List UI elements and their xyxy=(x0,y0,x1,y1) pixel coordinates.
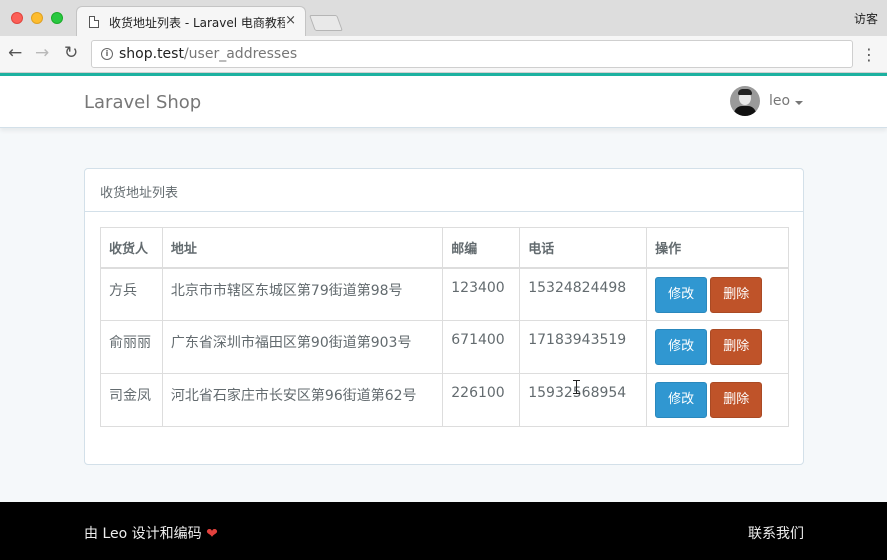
username: leo xyxy=(769,93,791,109)
panel-title: 收货地址列表 xyxy=(85,169,803,212)
site-footer: 由 Leo 设计和编码 ❤ 联系我们 xyxy=(0,502,887,560)
delete-button[interactable]: 删除 xyxy=(710,382,763,418)
back-arrow-icon[interactable]: ← xyxy=(8,43,22,63)
url-path: /user_addresses xyxy=(183,46,298,62)
heart-icon: ❤ xyxy=(206,526,218,542)
table-row: 俞丽丽 广东省深圳市福田区第90街道第903号 671400 171839435… xyxy=(100,320,789,374)
recipient-cell: 司金凤 xyxy=(100,373,163,427)
address-table: 收货人 地址 邮编 电话 操作 方兵 北京市市辖区东城区第79街道第98号 12… xyxy=(100,227,789,427)
footer-credit-text: 由 Leo 设计和编码 xyxy=(84,526,202,542)
guest-profile-label[interactable]: 访客 xyxy=(854,10,878,27)
edit-button[interactable]: 修改 xyxy=(655,329,708,365)
address-cell: 广东省深圳市福田区第90街道第903号 xyxy=(161,320,444,374)
tab-close-icon[interactable]: × xyxy=(285,13,296,28)
browser-titlebar: 收货地址列表 - Laravel 电商教程 × 访客 xyxy=(0,0,887,36)
phone-cell: 15932568954 xyxy=(519,373,648,427)
new-tab-button[interactable] xyxy=(309,15,343,31)
edit-button[interactable]: 修改 xyxy=(655,382,708,418)
table-header-row: 收货人 地址 邮编 电话 操作 xyxy=(100,227,789,269)
tab-title: 收货地址列表 - Laravel 电商教程 xyxy=(109,16,285,30)
close-window-icon[interactable] xyxy=(11,12,23,24)
zip-cell: 123400 xyxy=(442,267,521,321)
browser-tab[interactable]: 收货地址列表 - Laravel 电商教程 × xyxy=(76,6,306,36)
address-cell: 河北省石家庄市长安区第96街道第62号 xyxy=(161,373,444,427)
info-icon[interactable]: i xyxy=(101,48,113,60)
actions-cell: 修改 删除 xyxy=(646,267,789,321)
contact-link[interactable]: 联系我们 xyxy=(748,523,804,543)
forward-arrow-icon[interactable]: → xyxy=(35,43,49,63)
phone-cell: 15324824498 xyxy=(519,267,648,321)
address-bar[interactable]: i shop.test/user_addresses xyxy=(91,40,853,68)
zip-cell: 226100 xyxy=(442,373,521,427)
url-host: shop.test xyxy=(119,46,184,62)
column-header: 邮编 xyxy=(442,227,521,269)
footer-credit: 由 Leo 设计和编码 ❤ xyxy=(84,523,218,543)
column-header: 收货人 xyxy=(100,227,163,269)
column-header: 电话 xyxy=(519,227,648,269)
text-cursor-icon xyxy=(573,380,580,394)
column-header: 操作 xyxy=(646,227,789,269)
phone-cell: 17183943519 xyxy=(519,320,648,374)
more-menu-icon[interactable]: ⋮ xyxy=(861,45,877,65)
zip-cell: 671400 xyxy=(442,320,521,374)
edit-button[interactable]: 修改 xyxy=(655,276,708,313)
document-icon xyxy=(89,16,99,28)
caret-down-icon xyxy=(795,101,803,105)
avatar xyxy=(730,86,760,116)
delete-button[interactable]: 删除 xyxy=(710,329,763,365)
column-header: 地址 xyxy=(161,227,444,269)
delete-button[interactable]: 删除 xyxy=(710,276,763,313)
recipient-cell: 俞丽丽 xyxy=(100,320,163,374)
browser-toolbar: ← → ↻ i shop.test/user_addresses ⋮ xyxy=(0,36,887,73)
table-row: 方兵 北京市市辖区东城区第79街道第98号 123400 15324824498… xyxy=(100,267,789,321)
address-cell: 北京市市辖区东城区第79街道第98号 xyxy=(161,267,444,321)
site-navbar: Laravel Shop leo xyxy=(0,76,887,128)
address-panel: 收货地址列表 收货人 地址 邮编 电话 操作 方兵 北京市市辖区东城区第79街道… xyxy=(84,168,804,465)
recipient-cell: 方兵 xyxy=(100,267,163,321)
maximize-window-icon[interactable] xyxy=(51,12,63,24)
reload-icon[interactable]: ↻ xyxy=(64,43,78,63)
minimize-window-icon[interactable] xyxy=(31,12,43,24)
actions-cell: 修改 删除 xyxy=(646,320,789,374)
actions-cell: 修改 删除 xyxy=(646,373,789,427)
url-text[interactable]: shop.test/user_addresses xyxy=(119,46,297,62)
table-row: 司金凤 河北省石家庄市长安区第96街道第62号 226100 159325689… xyxy=(100,373,789,427)
brand-link[interactable]: Laravel Shop xyxy=(84,92,201,113)
